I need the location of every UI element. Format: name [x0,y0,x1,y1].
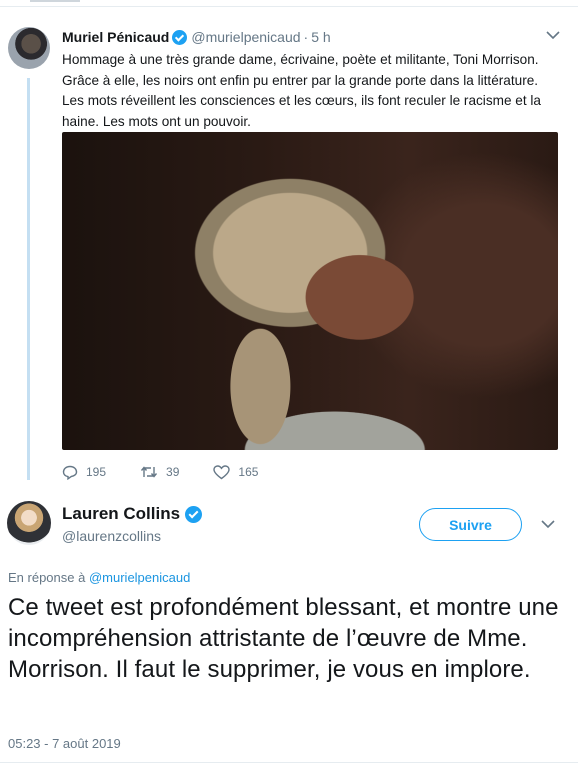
like-icon [213,464,231,479]
retweet-count: 39 [166,465,180,479]
like-count: 165 [238,465,259,479]
chevron-down-icon[interactable] [541,516,555,532]
separator-dot: · [303,29,309,45]
tweet-text: Hommage à une très grande dame, écrivain… [62,52,541,129]
chevron-down-icon[interactable] [546,27,560,43]
top-divider [30,0,80,2]
author-handle[interactable]: @laurenzcollins [62,528,161,544]
verified-badge-icon [172,29,188,45]
tweet-photo[interactable] [62,132,558,450]
bottom-divider [0,762,578,763]
verified-badge-icon [185,505,203,523]
tweet-timestamp[interactable]: 05:23 - 7 août 2019 [8,736,121,751]
reply-count: 195 [86,465,107,479]
tweet-header: Muriel Pénicaud @murielpenicaud · 5 h [62,27,568,47]
retweet-icon [140,466,158,478]
follow-button[interactable]: Suivre [419,508,522,541]
avatar-muriel-penicaud[interactable] [8,27,50,69]
author-name[interactable]: Lauren Collins [62,504,180,524]
reply-mention-link[interactable]: @murielpenicaud [89,570,190,585]
reply-context: En réponse à @murielpenicaud [8,570,190,585]
like-button[interactable]: 165 [213,464,259,480]
avatar-lauren-collins[interactable] [7,501,51,545]
reply-button[interactable]: 195 [62,465,106,480]
thread-connector-line [27,78,30,480]
reply-tweet-text: Ce tweet est profondément blessant, et m… [8,594,559,683]
tweet-actions: 195 39 165 [62,463,292,481]
tweet-time[interactable]: 5 h [311,29,330,45]
retweet-button[interactable]: 39 [140,465,179,479]
reply-prefix: En réponse à [8,570,86,585]
author-handle[interactable]: @murielpenicaud [191,29,300,45]
top-border [0,6,578,7]
author-name[interactable]: Muriel Pénicaud [62,29,169,45]
reply-author: Lauren Collins [62,504,206,524]
reply-icon [62,465,78,480]
